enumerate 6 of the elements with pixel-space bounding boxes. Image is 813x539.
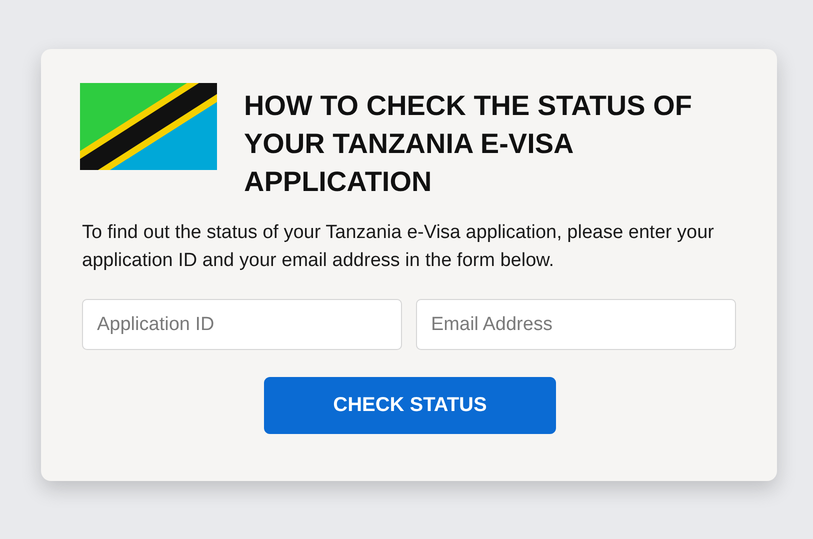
- input-field[interactable]: Email Address: [416, 299, 736, 350]
- page-title: HOW TO CHECK THE STATUS OF YOUR TANZANIA E-VISA APPLICATION: [244, 89, 693, 199]
- input-field[interactable]: Application ID: [82, 299, 402, 350]
- flag-icon: [80, 83, 217, 170]
- description-text: To find out the status of your Tanzania e-Visa application, please enter your application ID and your email address in the form below.: [82, 221, 715, 273]
- check-status-button[interactable]: CHECK STATUS: [264, 377, 556, 434]
